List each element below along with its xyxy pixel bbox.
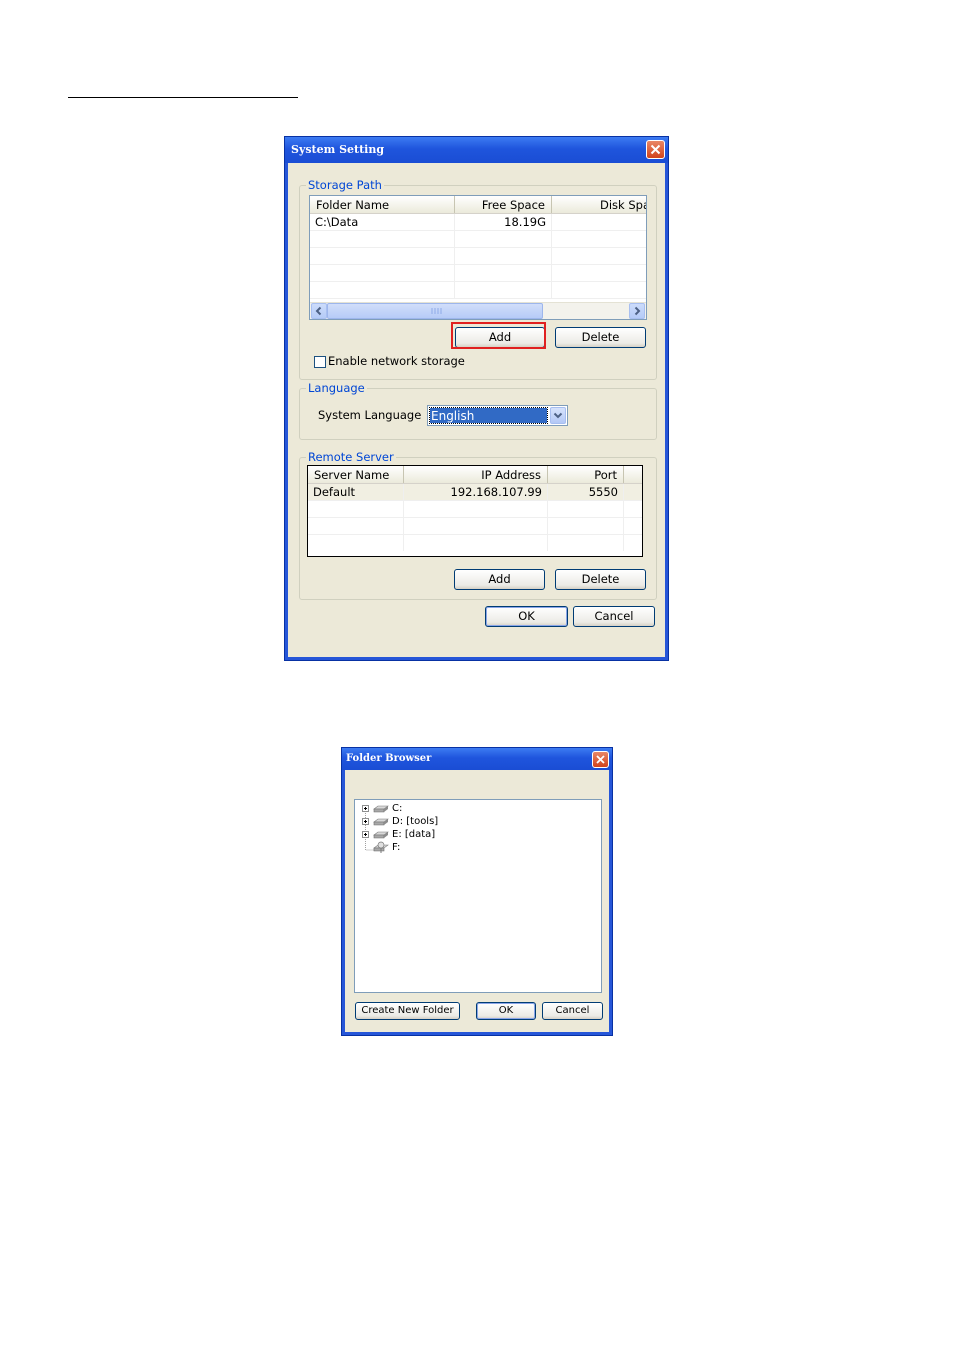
port-cell: 5550	[548, 484, 624, 500]
storage-path-legend: Storage Path	[306, 178, 384, 192]
horizontal-scrollbar[interactable]	[310, 302, 646, 319]
close-icon	[650, 144, 661, 155]
expand-icon[interactable]	[362, 818, 369, 825]
language-legend: Language	[306, 381, 367, 395]
drive-icon	[373, 818, 389, 826]
folder-tree[interactable]: C: D: [tools] E: [data] F:	[354, 799, 602, 993]
drive-icon	[373, 805, 389, 813]
empty-cell	[308, 535, 404, 551]
empty-cell	[308, 518, 404, 534]
storage-path-list[interactable]: Folder Name Free Space Disk Spa C:\Data …	[309, 195, 647, 320]
heading-underline	[68, 97, 298, 98]
storage-delete-button[interactable]: Delete	[555, 327, 646, 348]
empty-cell	[548, 535, 624, 551]
remote-server-list[interactable]: Server Name IP Address Port Default 192.…	[307, 465, 643, 557]
system-language-select[interactable]: English	[427, 405, 568, 426]
server-name-cell: Default	[308, 484, 404, 500]
close-button[interactable]	[592, 751, 609, 768]
column-header-disk-space[interactable]: Disk Spa	[552, 196, 646, 213]
empty-cell	[455, 248, 552, 264]
tree-node-label: F:	[392, 842, 401, 853]
dropdown-button[interactable]	[550, 407, 566, 424]
list-header: Server Name IP Address Port	[308, 466, 642, 484]
table-row-empty	[310, 231, 646, 248]
storage-path-group: Storage Path Folder Name Free Space Disk…	[299, 178, 657, 380]
folder-browser-dialog: Folder Browser C: D: [tools] E: [data] F…	[341, 747, 613, 1036]
table-row-empty	[310, 282, 646, 299]
cancel-button[interactable]: Cancel	[573, 606, 655, 627]
empty-cell	[310, 231, 455, 247]
list-header: Folder Name Free Space Disk Spa	[310, 196, 646, 214]
scroll-right-button[interactable]	[629, 303, 645, 319]
empty-cell	[455, 265, 552, 281]
column-header-ip-address[interactable]: IP Address	[404, 466, 548, 483]
column-header-folder-name[interactable]: Folder Name	[310, 196, 455, 213]
column-header-free-space[interactable]: Free Space	[455, 196, 552, 213]
arrow-right-icon	[634, 306, 641, 316]
table-row-empty	[308, 518, 642, 535]
column-header-port[interactable]: Port	[548, 466, 624, 483]
close-icon	[596, 755, 605, 764]
empty-cell	[404, 518, 548, 534]
remote-delete-button[interactable]: Delete	[555, 569, 646, 590]
remote-server-group: Remote Server Server Name IP Address Por…	[299, 450, 657, 600]
folder-name-cell: C:\Data	[310, 214, 455, 230]
ok-button[interactable]: OK	[485, 606, 568, 627]
column-header-server-name[interactable]: Server Name	[308, 466, 404, 483]
empty-cell	[455, 282, 552, 298]
enable-network-storage-checkbox[interactable]	[314, 356, 326, 368]
empty-cell	[308, 501, 404, 517]
dialog-title: System Setting	[291, 143, 385, 156]
empty-cell	[548, 518, 624, 534]
empty-cell	[404, 535, 548, 551]
grip-icon	[431, 308, 442, 314]
expand-icon[interactable]	[362, 805, 369, 812]
language-group: Language System Language English	[299, 381, 657, 440]
drive-icon	[373, 831, 389, 839]
empty-cell	[310, 282, 455, 298]
table-row-empty	[310, 265, 646, 282]
system-language-label: System Language	[318, 408, 422, 422]
ok-button[interactable]: OK	[476, 1002, 536, 1020]
system-language-value: English	[429, 407, 548, 424]
remote-add-button[interactable]: Add	[454, 569, 545, 590]
dialog-client-area: C: D: [tools] E: [data] F: Create New Fo…	[345, 770, 609, 1032]
title-bar[interactable]: Folder Browser	[342, 748, 612, 770]
empty-cell	[310, 248, 455, 264]
empty-cell	[404, 501, 548, 517]
table-row[interactable]: Default 192.168.107.99 5550	[308, 484, 642, 501]
tree-node-label: C:	[392, 803, 403, 814]
chevron-down-icon	[553, 412, 563, 419]
cancel-button[interactable]: Cancel	[542, 1002, 603, 1020]
scroll-thumb[interactable]	[327, 303, 543, 319]
empty-cell	[548, 501, 624, 517]
table-row-empty	[310, 248, 646, 265]
table-row-empty	[308, 501, 642, 518]
arrow-left-icon	[315, 306, 322, 316]
free-space-cell: 18.19G	[455, 214, 552, 230]
network-drive-icon	[373, 841, 389, 853]
create-new-folder-button[interactable]: Create New Folder	[355, 1002, 460, 1020]
empty-cell	[455, 231, 552, 247]
dialog-client-area: Storage Path Folder Name Free Space Disk…	[288, 163, 665, 657]
enable-network-storage-label[interactable]: Enable network storage	[328, 354, 465, 368]
dialog-title: Folder Browser	[346, 753, 432, 764]
table-row-empty	[308, 535, 642, 551]
system-setting-dialog: System Setting Storage Path Folder Name …	[284, 136, 669, 661]
ip-address-cell: 192.168.107.99	[404, 484, 548, 500]
disk-space-cell	[552, 214, 646, 230]
scroll-left-button[interactable]	[311, 303, 327, 319]
remote-server-legend: Remote Server	[306, 450, 396, 464]
empty-cell	[310, 265, 455, 281]
tree-node-label: E: [data]	[392, 829, 436, 840]
add-button-highlight	[451, 322, 546, 349]
expand-icon[interactable]	[362, 831, 369, 838]
title-bar[interactable]: System Setting	[285, 137, 668, 163]
close-button[interactable]	[646, 140, 665, 159]
tree-node-label: D: [tools]	[392, 816, 439, 827]
table-row[interactable]: C:\Data 18.19G	[310, 214, 646, 231]
